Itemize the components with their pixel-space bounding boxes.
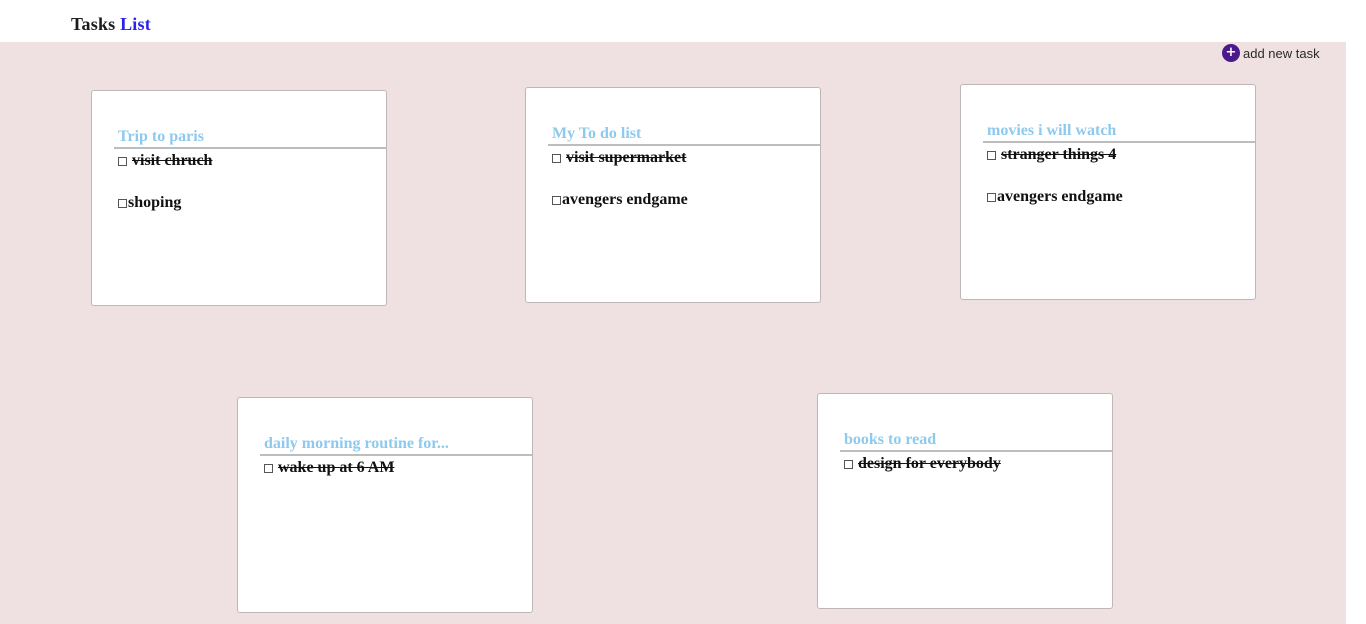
card-title: movies i will watch [987, 122, 1117, 139]
task-checkbox[interactable] [552, 195, 561, 205]
task-text: stranger things 4 [1001, 146, 1117, 163]
task-item: avengers endgame [987, 188, 1123, 206]
task-checkbox[interactable] [987, 150, 996, 160]
task-checkbox[interactable] [552, 153, 561, 163]
add-new-task-button[interactable]: + add new task [1222, 44, 1320, 62]
task-text: visit supermarket [566, 149, 687, 166]
task-item: stranger things 4 [987, 146, 1116, 164]
card-title: Trip to paris [118, 128, 204, 145]
task-text: visit chruch [132, 152, 213, 169]
task-item: wake up at 6 AM [264, 459, 394, 477]
app-header: Tasks List [0, 0, 1366, 42]
task-checkbox[interactable] [264, 463, 273, 473]
card-divider [114, 147, 386, 149]
task-item: design for everybody [844, 455, 1001, 473]
card-divider [840, 450, 1112, 452]
task-card-4: daily morning routine for... wake up at … [237, 397, 533, 613]
app-title: Tasks List [71, 14, 151, 35]
task-item: avengers endgame [552, 191, 688, 209]
card-divider [983, 141, 1255, 143]
task-text: shoping [128, 194, 182, 211]
app-title-part1: Tasks [71, 14, 116, 34]
card-divider [548, 144, 820, 146]
task-item: shoping [118, 194, 181, 212]
card-title: My To do list [552, 125, 642, 142]
task-text: design for everybody [858, 455, 1001, 472]
add-new-task-label[interactable]: add new task [1243, 46, 1320, 61]
card-title: daily morning routine for... [264, 435, 449, 452]
task-card-1: Trip to paris visit chruch shoping [91, 90, 387, 306]
task-card-5: books to read design for everybody [817, 393, 1113, 609]
task-checkbox[interactable] [118, 156, 127, 166]
task-item: visit supermarket [552, 149, 686, 167]
task-card-3: movies i will watch stranger things 4 av… [960, 84, 1256, 300]
card-divider [260, 454, 532, 456]
task-text: wake up at 6 AM [278, 459, 395, 476]
app-title-part2: List [120, 14, 151, 34]
task-text: avengers endgame [997, 188, 1123, 205]
add-icon[interactable]: + [1222, 44, 1240, 62]
task-checkbox[interactable] [844, 459, 853, 469]
task-checkbox[interactable] [987, 192, 996, 202]
task-card-2: My To do list visit supermarket avengers… [525, 87, 821, 303]
card-title: books to read [844, 431, 937, 448]
task-item: visit chruch [118, 152, 212, 170]
task-text: avengers endgame [562, 191, 688, 208]
task-checkbox[interactable] [118, 198, 127, 208]
